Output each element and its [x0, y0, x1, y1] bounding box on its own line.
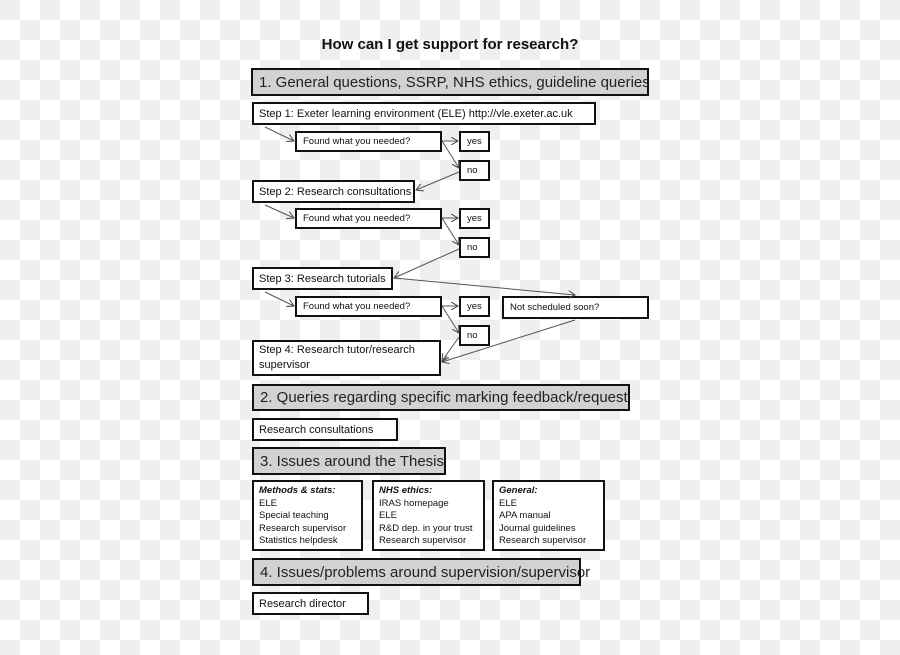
list-item: Research supervisor — [259, 522, 347, 534]
no-box-2: no — [459, 237, 490, 258]
found-question-box-2: Found what you needed? — [295, 208, 442, 229]
list-item: ELE — [499, 497, 517, 509]
list-heading: Methods & stats: — [259, 485, 336, 496]
research-consultations-box: Research consultations — [252, 418, 398, 441]
no-box-3: no — [459, 325, 490, 346]
arrow-no2-to-step3 — [394, 248, 460, 278]
list-heading: NHS ethics: — [379, 485, 433, 496]
list-item: Research supervisor — [499, 535, 587, 546]
arrow-step2-to-question — [264, 204, 294, 218]
arrow-question1-to-no — [441, 140, 459, 168]
section-4-header: 4. Issues/problems around supervision/su… — [252, 558, 590, 586]
step-4-line-2: supervisor — [259, 359, 310, 371]
flow-arrows — [264, 126, 900, 655]
arrow-step1-to-question — [264, 126, 294, 141]
found-question-box-1: Found what you needed? — [295, 131, 442, 152]
list-item: Journal guidelines — [499, 522, 576, 534]
list-item: APA manual — [499, 510, 551, 521]
section-1-header: 1. General questions, SSRP, NHS ethics, … — [251, 68, 650, 96]
list-item: R&D dep. in your trust — [379, 522, 473, 534]
arrow-step3-to-question — [264, 291, 294, 306]
arrow-question3-to-no — [441, 305, 459, 333]
no-box-1: no — [459, 160, 490, 181]
step-3-box: Step 3: Research tutorials — [252, 267, 393, 290]
list-item: ELE — [379, 510, 397, 521]
list-item: Special teaching — [259, 510, 329, 521]
methods-stats-list: Methods & stats: ELE Special teaching Re… — [252, 480, 363, 551]
section-2-header: 2. Queries regarding specific marking fe… — [252, 384, 630, 411]
not-scheduled-box: Not scheduled soon? — [502, 296, 649, 319]
step-1-box: Step 1: Exeter learning environment (ELE… — [252, 102, 596, 125]
arrow-no1-to-step2 — [416, 171, 460, 190]
list-item: Statistics helpdesk — [259, 535, 338, 546]
yes-box-1: yes — [459, 131, 490, 152]
arrow-no3-to-step4 — [442, 336, 460, 361]
list-item: ELE — [259, 497, 277, 509]
research-director-box: Research director — [252, 592, 369, 615]
diagram-title: How can I get support for research? — [321, 36, 579, 53]
list-item: Research supervisor — [379, 535, 467, 546]
nhs-ethics-list: NHS ethics: IRAS homepage ELE R&D dep. i… — [372, 480, 485, 551]
general-list: General: ELE APA manual Journal guidelin… — [492, 480, 605, 551]
step-4-line-1: Step 4: Research tutor/research — [259, 344, 415, 356]
arrow-question2-to-no — [441, 217, 459, 245]
list-item: IRAS homepage — [379, 497, 449, 509]
yes-box-2: yes — [459, 208, 490, 229]
step-4-box: Step 4: Research tutor/research supervis… — [252, 340, 441, 376]
step-2-box: Step 2: Research consultations — [252, 180, 415, 203]
section-3-header: 3. Issues around the Thesis — [252, 447, 446, 475]
arrow-step3-to-not-scheduled — [393, 277, 575, 295]
yes-box-3: yes — [459, 296, 490, 317]
list-heading: General: — [499, 485, 538, 496]
found-question-box-3: Found what you needed? — [295, 296, 442, 317]
